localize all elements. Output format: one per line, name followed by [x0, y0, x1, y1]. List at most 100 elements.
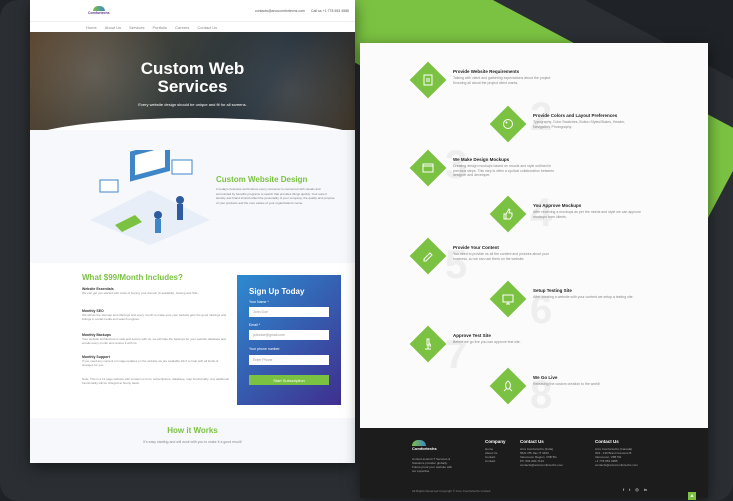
step-text: After creating a website with your conte… [533, 295, 634, 299]
footer-contact-title: Contact Us [520, 439, 544, 444]
footer-contact-line[interactable]: contacts@arcocomfortechs.com [595, 463, 638, 467]
monitor-icon [502, 294, 514, 305]
nav-contact[interactable]: Contact Us [197, 25, 217, 30]
step-6: Setup Testing Site After creating a websi… [489, 280, 643, 318]
step-title: Approve Test Site [453, 333, 491, 338]
step-icon [409, 325, 447, 363]
step-2: Provide Colors and Layout Preferences Typ… [489, 105, 643, 143]
email-field[interactable] [249, 330, 329, 340]
feature-text: We will do the sitemap and offerings and… [82, 313, 227, 321]
palette-icon [503, 119, 513, 129]
step-title: Setup Testing Site [533, 288, 572, 293]
step-icon [409, 61, 447, 99]
scroll-to-top-button[interactable]: ▲ [688, 492, 696, 500]
header-contact: contacts@arcocomfortechs.com Call us +1 … [255, 9, 349, 13]
step-title: You Approve Mockups [533, 203, 582, 208]
steps-section: 2 3 4 5 6 7 8 Provide Website Requiremen… [360, 43, 708, 428]
site-logo[interactable]: Comfortechs [88, 6, 110, 15]
signup-form: Sign Up Today Your Name * Email * Your p… [237, 275, 341, 405]
header-phone-link[interactable]: Call us +1 778 953 4985 [311, 9, 349, 13]
footer-company: Company Home About Us Contact Contact [485, 439, 506, 463]
feature-item: Monthly Backups Your website architectur… [82, 333, 230, 345]
name-label: Your Name * [249, 300, 269, 304]
facebook-icon[interactable]: f [623, 487, 624, 492]
hero-title: Custom Web Services [140, 59, 245, 96]
showcase-frame: Comfortechs contacts@arcocomfortechs.com… [0, 0, 733, 501]
step-title: We Go Live [533, 375, 558, 380]
phone-field[interactable] [249, 355, 329, 365]
header-email-link[interactable]: contacts@arcocomfortechs.com [255, 9, 305, 13]
feature-item: Website Essentials We can get you starte… [82, 287, 230, 295]
footer-logo-text: Comfortechs [412, 446, 437, 451]
email-label: Email * [249, 323, 261, 327]
step-title: Provide Colors and Layout Preferences [533, 113, 618, 118]
footer-company-title: Company [485, 439, 506, 444]
top-bar: Comfortechs contacts@arcocomfortechs.com… [30, 0, 355, 22]
step-icon [489, 195, 527, 233]
start-subscription-button[interactable]: Start Subscription [249, 375, 329, 385]
step-5: Provide Your Content You need to provide … [409, 237, 563, 275]
footer-logo[interactable]: Comfortechs An End-to-End IT Services & … [412, 440, 456, 473]
name-field[interactable] [249, 307, 329, 317]
twitter-icon[interactable]: t [629, 487, 630, 492]
content-icon [423, 252, 433, 262]
step-icon [409, 149, 447, 187]
step-8: We Go Live Releasing the custom creation … [489, 367, 643, 405]
feature-item: Monthly Support If you need any content … [82, 355, 230, 367]
feature-item: Monthly SEO We will do the sitemap and o… [82, 309, 230, 321]
footer-contact-canada: Contact Us Arcs Comfortechs (Canada) 303… [595, 439, 638, 467]
includes-section: What $99/Month Includes? Website Essenti… [30, 263, 355, 418]
linkedin-icon[interactable]: in [644, 487, 647, 492]
rocket-icon [503, 380, 513, 392]
mockup-icon [422, 163, 434, 173]
nav-about[interactable]: About Us [105, 25, 121, 30]
nav-careers[interactable]: Careers [175, 25, 189, 30]
footer-tagline: An End-to-End IT Services & Solutions pr… [412, 457, 453, 473]
footer: Comfortechs An End-to-End IT Services & … [360, 428, 708, 498]
step-7: Approve Test Site Before we go live you c… [409, 325, 563, 363]
step-title: We Make Design Mockups [453, 157, 510, 162]
nav-services[interactable]: Services [129, 25, 144, 30]
step-title: Provide Website Requirements [453, 69, 520, 74]
step-text: Typography, Color Swatches, Button Style… [533, 120, 626, 129]
includes-note: Note: This is a 12 page website with con… [82, 377, 229, 385]
step-icon [489, 105, 527, 143]
step-text: Creating design mockups based on moods a… [453, 164, 555, 177]
social-links: f t ◎ in [623, 487, 647, 492]
step-icon [489, 367, 527, 405]
hero-banner: Custom Web Services Every website design… [30, 32, 355, 132]
footer-contact-line[interactable]: contacts@arcocomfortechs.com [520, 463, 563, 467]
instagram-icon[interactable]: ◎ [635, 487, 639, 492]
step-text: Before we go live you can approve test s… [453, 340, 521, 344]
intro-title: Custom Website Design [216, 175, 308, 184]
step-text: After receiving a mockups as per the nee… [533, 210, 641, 219]
copyright-text: All Rights Reserved Copyright © Arco Com… [412, 489, 491, 493]
clipboard-icon [423, 74, 433, 86]
step-text: Releasing the custom creation to the wor… [533, 382, 601, 386]
step-icon [409, 237, 447, 275]
microscope-icon [425, 338, 431, 350]
step-1: Provide Website Requirements Talking with… [409, 61, 563, 99]
how-subtitle: It's easy starting and will work with yo… [143, 440, 242, 444]
feature-text: Your website architecture is safe and se… [82, 337, 226, 345]
feature-text: If you need any content or image updates… [82, 359, 219, 367]
step-3: We Make Design Mockups Creating design mo… [409, 149, 563, 187]
step-title: Provide Your Content [453, 245, 499, 250]
left-page-screenshot: Comfortechs contacts@arcocomfortechs.com… [30, 0, 355, 463]
signup-title: Sign Up Today [249, 287, 305, 296]
step-text: Talking with client and gathering expect… [453, 76, 552, 85]
nav-portfolio[interactable]: Portfolio [152, 25, 167, 30]
how-title: How it Works [167, 426, 218, 435]
phone-label: Your phone number [249, 347, 280, 351]
step-icon [489, 280, 527, 318]
intro-text: In today's business world where every co… [216, 187, 335, 205]
footer-contact-india: Contact Us Arcs Comfortechs (India) 5521… [520, 439, 563, 467]
step-4: You Approve Mockups After receiving a moc… [489, 195, 643, 233]
thumbs-up-icon [503, 208, 513, 220]
step-text: You need to provide us all the content a… [453, 252, 549, 261]
includes-title: What $99/Month Includes? [82, 273, 183, 282]
nav-home[interactable]: Home [86, 25, 97, 30]
right-page-screenshot: 2 3 4 5 6 7 8 Provide Website Requiremen… [360, 43, 708, 498]
feature-text: We can get you started with costs of buy… [82, 291, 199, 295]
footer-link[interactable]: Contact [485, 459, 506, 463]
